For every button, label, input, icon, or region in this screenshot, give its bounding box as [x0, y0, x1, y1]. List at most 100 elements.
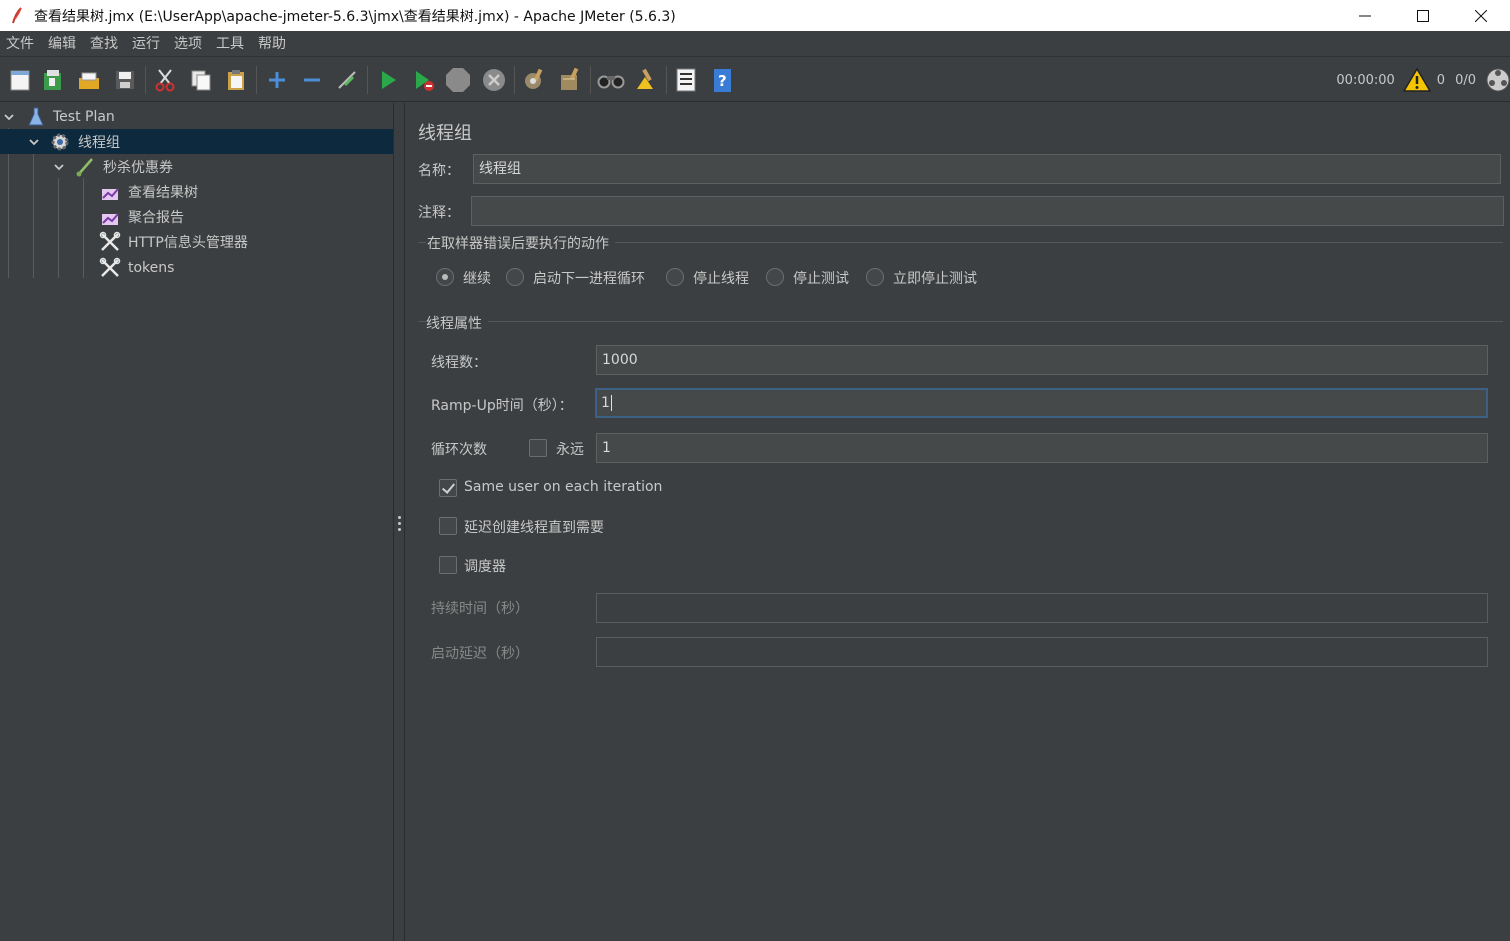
- save-button[interactable]: [110, 65, 140, 95]
- clear-all-icon: [561, 67, 579, 90]
- open-button[interactable]: [74, 65, 104, 95]
- tree-item-thread-group[interactable]: 线程组: [0, 129, 393, 154]
- expand-button[interactable]: [262, 65, 292, 95]
- copy-button[interactable]: [186, 65, 216, 95]
- rampup-label: Ramp-Up时间（秒）：: [431, 398, 573, 414]
- loops-field[interactable]: 1: [596, 433, 1488, 463]
- radio-stop-test-now-label[interactable]: 立即停止测试: [893, 268, 977, 288]
- delay-thread-creation-checkbox[interactable]: [439, 517, 457, 535]
- menu-run[interactable]: 运行: [125, 31, 167, 57]
- panel-splitter[interactable]: [393, 103, 405, 941]
- comment-field[interactable]: [471, 196, 1504, 226]
- stop-icon: [446, 68, 470, 92]
- warning-icon[interactable]: [1402, 67, 1431, 93]
- menu-help[interactable]: 帮助: [251, 31, 293, 57]
- search-button[interactable]: [596, 65, 626, 95]
- chevron-down-icon[interactable]: [3, 111, 15, 123]
- delay-thread-creation-label[interactable]: 延迟创建线程直到需要: [464, 517, 604, 537]
- same-user-label[interactable]: Same user on each iteration: [464, 479, 662, 495]
- startup-delay-label: 启动延迟（秒）: [431, 646, 529, 662]
- loops-label: 循环次数: [431, 442, 487, 458]
- new-button[interactable]: [5, 65, 35, 95]
- function-helper-button[interactable]: [671, 65, 701, 95]
- tree-item-view-results-tree[interactable]: 查看结果树: [0, 179, 393, 204]
- rampup-field[interactable]: 1: [595, 388, 1488, 418]
- menu-tools[interactable]: 工具: [209, 31, 251, 57]
- radio-stop-thread-label[interactable]: 停止线程: [693, 268, 749, 288]
- radio-continue-label[interactable]: 继续: [463, 268, 491, 288]
- chevron-down-icon[interactable]: [53, 161, 65, 173]
- menu-options[interactable]: 选项: [167, 31, 209, 57]
- threads-label: 线程数：: [431, 355, 487, 371]
- clear-button[interactable]: [519, 65, 549, 95]
- templates-button[interactable]: [38, 65, 68, 95]
- toggle-button[interactable]: [332, 65, 362, 95]
- radio-stop-test-now[interactable]: [866, 268, 884, 286]
- tree-item-aggregate-report[interactable]: 聚合报告: [0, 204, 393, 229]
- clear-all-button[interactable]: [555, 65, 585, 95]
- splitter-grip-dot: [398, 528, 401, 531]
- tree-item-sampler[interactable]: 秒杀优惠券: [0, 154, 393, 179]
- open-icon: [79, 72, 99, 89]
- cut-button[interactable]: [150, 65, 180, 95]
- minimize-icon: [1359, 15, 1371, 16]
- minimize-button[interactable]: [1336, 0, 1394, 31]
- forever-label[interactable]: 永远: [556, 439, 584, 459]
- save-icon: [116, 71, 134, 89]
- tree-item-tokens[interactable]: tokens: [0, 255, 393, 280]
- new-icon: [10, 70, 30, 91]
- startup-delay-field[interactable]: [596, 637, 1488, 667]
- forever-checkbox[interactable]: [529, 439, 547, 457]
- duration-label: 持续时间（秒）: [431, 601, 529, 617]
- maximize-button[interactable]: [1394, 0, 1452, 31]
- splitter-grip-dot: [398, 522, 401, 525]
- function-helper-icon: [676, 68, 696, 92]
- svg-text:?: ?: [718, 72, 727, 90]
- collapse-button[interactable]: [297, 65, 327, 95]
- same-user-checkbox[interactable]: [439, 479, 457, 497]
- active-threads-count: 0/0: [1455, 72, 1476, 88]
- copy-icon: [191, 70, 211, 91]
- radio-start-next-loop-label[interactable]: 启动下一进程循环: [533, 268, 645, 288]
- templates-icon: [44, 70, 61, 90]
- tree-item-test-plan[interactable]: Test Plan: [0, 104, 393, 129]
- tree-item-http-header-manager[interactable]: HTTP信息头管理器: [0, 229, 393, 254]
- close-button[interactable]: [1452, 0, 1510, 31]
- shutdown-icon: [483, 69, 505, 91]
- listener-icon: [102, 187, 119, 200]
- menu-bar: 文件 编辑 查找 运行 选项 工具 帮助: [0, 31, 1510, 57]
- toggle-icon: [338, 71, 356, 89]
- shutdown-button[interactable]: [479, 65, 509, 95]
- maximize-icon: [1417, 9, 1429, 22]
- scheduler-checkbox[interactable]: [439, 556, 457, 574]
- listener-icon: [102, 212, 119, 225]
- config-icon: [99, 257, 121, 277]
- radio-stop-test-label[interactable]: 停止测试: [793, 268, 849, 288]
- start-button[interactable]: [373, 65, 403, 95]
- reset-search-icon: [637, 68, 653, 89]
- name-field[interactable]: 线程组: [473, 154, 1501, 184]
- scheduler-label[interactable]: 调度器: [464, 556, 506, 576]
- start-no-pause-button[interactable]: [408, 65, 438, 95]
- name-label: 名称：: [418, 163, 460, 179]
- radio-continue[interactable]: [436, 268, 454, 286]
- thread-properties-group-title: 线程属性: [426, 313, 488, 333]
- paste-button[interactable]: [221, 65, 251, 95]
- radio-start-next-loop[interactable]: [506, 268, 524, 286]
- stop-button[interactable]: [443, 65, 473, 95]
- threads-field[interactable]: 1000: [596, 345, 1488, 375]
- radio-stop-test[interactable]: [766, 268, 784, 286]
- chevron-down-icon[interactable]: [28, 136, 40, 148]
- duration-field[interactable]: [596, 593, 1488, 623]
- cut-icon: [155, 69, 175, 92]
- test-plan-tree: Test Plan 线程组 秒杀优惠券 查看结果树 聚合报告 HTTP信息头管理…: [0, 103, 393, 941]
- radio-stop-thread[interactable]: [666, 268, 684, 286]
- reset-search-button[interactable]: [631, 65, 661, 95]
- menu-edit[interactable]: 编辑: [41, 31, 83, 57]
- help-icon: ?: [714, 69, 731, 92]
- menu-file[interactable]: 文件: [0, 31, 41, 57]
- search-icon: [597, 75, 625, 89]
- clear-icon: [525, 68, 543, 89]
- help-button[interactable]: ?: [707, 65, 737, 95]
- menu-search[interactable]: 查找: [83, 31, 125, 57]
